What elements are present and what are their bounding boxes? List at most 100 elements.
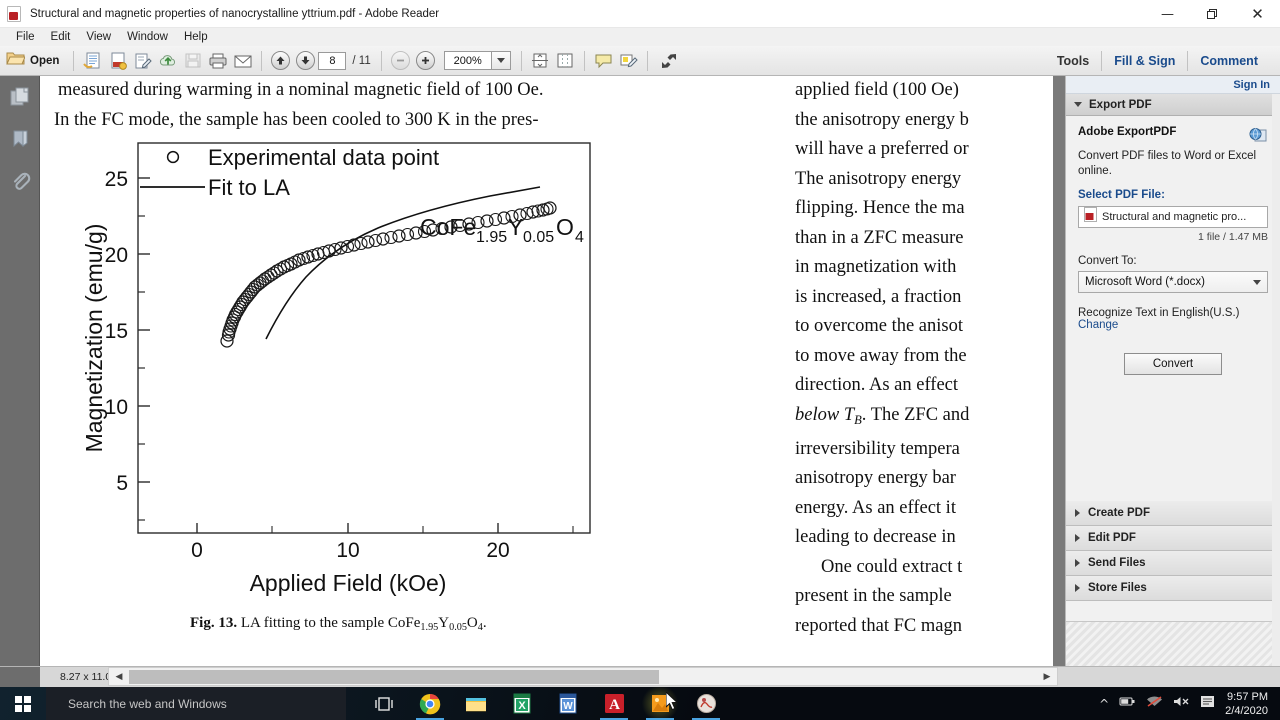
horizontal-scrollbar[interactable]: ◀ ▶ [108, 667, 1058, 686]
page-total-label: / 11 [352, 54, 371, 67]
next-page-button[interactable] [293, 49, 318, 73]
windows-search-box[interactable]: Search the web and Windows [46, 687, 346, 720]
print-icon[interactable] [205, 49, 230, 73]
task-view-icon[interactable] [364, 687, 404, 720]
toolbar-separator [583, 50, 585, 71]
file-explorer-icon[interactable] [456, 687, 496, 720]
zoom-level-input[interactable]: 200% [443, 51, 492, 70]
adobe-reader-taskbar-icon[interactable]: A [594, 687, 634, 720]
previous-page-button[interactable] [268, 49, 293, 73]
action-center-icon[interactable] [1200, 695, 1215, 713]
open-button[interactable]: Open [0, 49, 67, 73]
comment-button[interactable]: Comment [1188, 46, 1270, 76]
google-chrome-icon[interactable] [410, 687, 450, 720]
menu-item-view[interactable]: View [78, 28, 119, 46]
convert-button[interactable]: Convert [1124, 353, 1222, 375]
figure-13-chart: 25 20 15 10 5 0 10 20 Applied Field (kOe… [80, 135, 720, 605]
menu-item-file[interactable]: File [8, 28, 43, 46]
ocr-settings: Recognize Text in English(U.S.) Change [1078, 307, 1268, 331]
microsoft-excel-icon[interactable]: X [502, 687, 542, 720]
scroll-left-arrow[interactable]: ◀ [111, 669, 127, 684]
caption-end: O [466, 615, 478, 631]
export-pdf-header[interactable]: Export PDF [1066, 94, 1280, 116]
photo-app-icon[interactable] [686, 687, 726, 720]
selected-file-box[interactable]: Structural and magnetic pro... [1078, 206, 1268, 228]
fit-page-icon[interactable] [528, 49, 553, 73]
page-thumbnails-icon[interactable] [0, 76, 40, 118]
menu-item-window[interactable]: Window [119, 28, 176, 46]
chevron-down-icon [1253, 279, 1261, 285]
show-hidden-icons-chevron[interactable]: ^ [1099, 697, 1109, 711]
paragraph-line: the anisotropy energy b [795, 109, 969, 130]
volume-muted-icon[interactable] [1173, 695, 1190, 713]
taskbar-clock[interactable]: 9:57 PM 2/4/2020 [1225, 690, 1272, 718]
accordion-edit-pdf[interactable]: Edit PDF [1066, 526, 1280, 551]
paragraph-line: anisotropy energy bar [795, 468, 956, 489]
sign-in-link[interactable]: Sign In [1233, 79, 1270, 91]
save-a-copy-icon[interactable] [80, 49, 105, 73]
paragraph-line: applied field (100 Oe) [795, 80, 959, 100]
x-tick-label: 20 [486, 539, 509, 562]
upload-cloud-icon[interactable] [155, 49, 180, 73]
document-viewport[interactable]: measured during warming in a nominal mag… [40, 76, 1065, 666]
read-mode-icon[interactable] [654, 49, 684, 73]
menu-item-edit[interactable]: Edit [43, 28, 79, 46]
bookmarks-icon[interactable] [0, 118, 40, 160]
accordion-store-files[interactable]: Store Files [1066, 576, 1280, 601]
restore-button[interactable] [1190, 0, 1235, 28]
panel-scrollbar[interactable] [1272, 94, 1280, 666]
fit-width-icon[interactable] [553, 49, 578, 73]
highlight-text-icon[interactable] [616, 49, 641, 73]
tools-button[interactable]: Tools [1045, 46, 1101, 76]
start-button[interactable] [0, 687, 46, 720]
paragraph-line: reported that FC magn [795, 615, 962, 636]
email-icon[interactable] [230, 49, 255, 73]
paragraph-line: present in the sample [795, 586, 952, 607]
convert-to-label: Convert To: [1078, 255, 1137, 267]
attachments-icon[interactable] [0, 160, 40, 202]
document-right-column: applied field (100 Oe) the anisotropy en… [795, 76, 1065, 641]
save-icon [180, 49, 205, 73]
convert-to-select[interactable]: Microsoft Word (*.docx) [1078, 271, 1268, 293]
horizontal-scrollbar-thumb[interactable] [129, 670, 659, 684]
y-tick-label: 20 [105, 244, 128, 267]
svg-text:X: X [518, 700, 526, 712]
clock-time: 9:57 PM [1227, 690, 1268, 703]
chevron-right-icon [1075, 559, 1080, 567]
scroll-right-arrow[interactable]: ▶ [1039, 669, 1055, 684]
menu-bar: File Edit View Window Help [0, 28, 1280, 46]
zoom-out-button[interactable] [388, 49, 413, 73]
caption-subscript: 1.95 [420, 622, 439, 634]
select-pdf-file-label: Select PDF File: [1078, 189, 1165, 201]
zoom-in-button[interactable] [413, 49, 438, 73]
accordion-send-files[interactable]: Send Files [1066, 551, 1280, 576]
edit-pdf-icon[interactable] [130, 49, 155, 73]
open-label: Open [30, 54, 60, 67]
toolbar-right-group: Tools Fill & Sign Comment [1045, 46, 1280, 76]
sticky-note-icon[interactable] [591, 49, 616, 73]
paragraph-line: measured during warming in a nominal mag… [58, 80, 544, 100]
chevron-down-icon [1074, 102, 1082, 107]
paragraph-line: is increased, a fraction [795, 286, 962, 307]
accordion-create-pdf[interactable]: Create PDF [1066, 501, 1280, 526]
file-size-label: 1 file / 1.47 MB [1197, 231, 1268, 243]
chevron-right-icon [1075, 534, 1080, 542]
system-tray: ^ 9:57 PM 2/4/2020 [1099, 687, 1280, 720]
title-bar: Structural and magnetic properties of na… [0, 0, 1280, 28]
minimize-button[interactable]: — [1145, 0, 1190, 28]
zoom-dropdown-button[interactable] [491, 51, 511, 70]
close-button[interactable]: ✕ [1235, 0, 1280, 28]
battery-icon[interactable] [1119, 695, 1136, 713]
caption-subscript: 0.05 [449, 622, 467, 634]
page-number-input[interactable]: 8 [318, 51, 347, 70]
image-viewer-icon[interactable] [640, 687, 680, 720]
microsoft-word-icon[interactable]: W [548, 687, 588, 720]
network-icon[interactable] [1146, 695, 1163, 713]
create-pdf-icon[interactable] [105, 49, 130, 73]
fill-and-sign-button[interactable]: Fill & Sign [1102, 46, 1187, 76]
menu-item-help[interactable]: Help [176, 28, 216, 46]
ocr-change-link[interactable]: Change [1078, 319, 1268, 331]
document-left-column: measured during warming in a nominal mag… [54, 76, 780, 634]
window-controls: — ✕ [1145, 0, 1280, 28]
accordion-label: Store Files [1088, 582, 1147, 594]
